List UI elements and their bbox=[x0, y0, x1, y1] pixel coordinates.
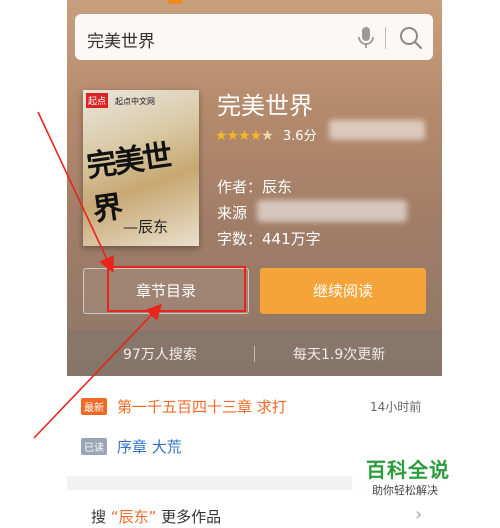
status-bar-fragment bbox=[167, 0, 183, 4]
book-title: 完美世界 bbox=[217, 92, 313, 120]
cover-title: 完美世界 bbox=[84, 138, 173, 229]
latest-chapter-time: 14小时前 bbox=[370, 400, 422, 414]
more-suffix: 更多作品 bbox=[161, 508, 222, 526]
more-works-text: 搜 “辰东” 更多作品 bbox=[91, 506, 221, 527]
redacted-info bbox=[329, 120, 425, 140]
last-read-chapter-link[interactable]: 序章 大荒 bbox=[117, 436, 182, 457]
search-input[interactable]: 完美世界 bbox=[87, 27, 155, 52]
cover-publisher: 起点中文网 bbox=[115, 97, 155, 106]
more-author: “辰东” bbox=[110, 508, 157, 526]
chevron-right-icon: › bbox=[415, 504, 423, 525]
read-tag: 已读 bbox=[81, 438, 107, 455]
stats-divider bbox=[254, 346, 255, 362]
more-prefix: 搜 bbox=[91, 508, 107, 526]
book-source: 来源 bbox=[217, 204, 248, 222]
redacted-source bbox=[257, 200, 407, 222]
cover-badge: 起点 bbox=[86, 93, 109, 108]
star-rating-icon: ★★★★★ bbox=[215, 128, 274, 144]
book-header: 完美世界 起点 起点中文网 完美世界 —辰东 完美世界 ★★★★★ 3.6分 作… bbox=[67, 0, 442, 376]
book-cover[interactable]: 起点 起点中文网 完美世界 —辰东 bbox=[83, 90, 199, 246]
continue-reading-button[interactable]: 继续阅读 bbox=[260, 268, 426, 314]
search-divider bbox=[385, 27, 386, 49]
book-wordcount: 字数：441万字 bbox=[217, 230, 321, 248]
latest-tag: 最新 bbox=[81, 398, 107, 415]
search-bar[interactable]: 完美世界 bbox=[75, 14, 433, 60]
book-rating: ★★★★★ 3.6分 bbox=[215, 125, 317, 144]
book-author: 作者：辰东 bbox=[217, 178, 293, 196]
stats-bar: 97万人搜索 每天1.9次更新 bbox=[67, 330, 442, 376]
search-icon[interactable] bbox=[398, 25, 424, 51]
watermark-title: 百科全说 bbox=[366, 458, 450, 482]
watermark-subtitle: 助你轻松解决 bbox=[372, 484, 438, 497]
watermark: 百科全说 助你轻松解决 bbox=[352, 448, 456, 498]
latest-chapter-link[interactable]: 第一千五百四十三章 求打 bbox=[117, 396, 287, 417]
microphone-icon[interactable] bbox=[355, 26, 377, 50]
search-count: 97万人搜索 bbox=[123, 347, 197, 363]
rating-score: 3.6分 bbox=[282, 129, 317, 144]
annotation-highlight-box bbox=[107, 266, 246, 312]
cover-author: —辰东 bbox=[123, 218, 169, 236]
update-frequency: 每天1.9次更新 bbox=[293, 347, 386, 363]
